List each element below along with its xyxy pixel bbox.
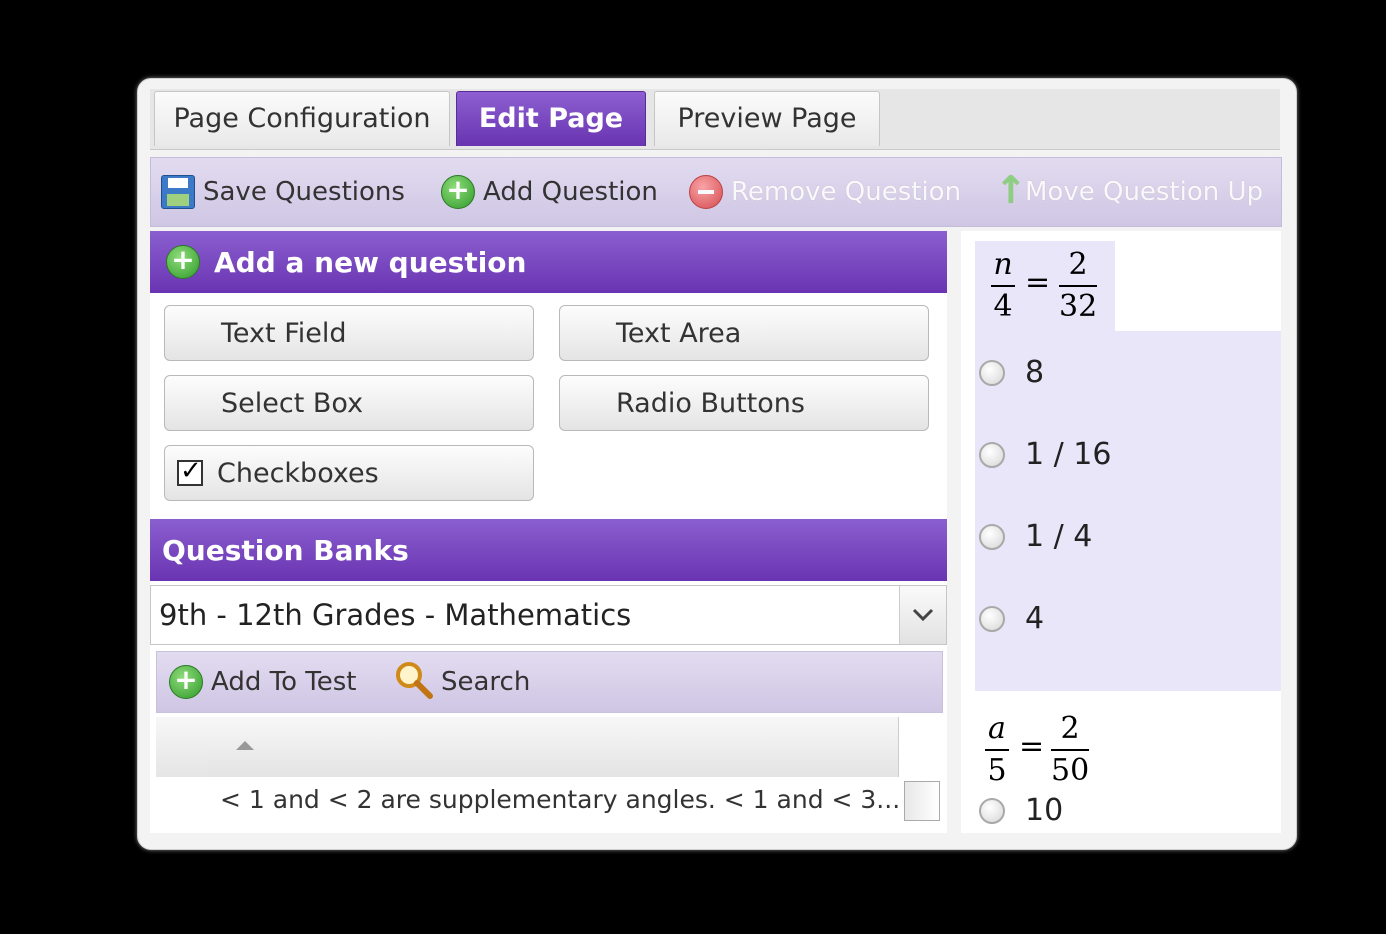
add-new-question-title: Add a new question (214, 245, 527, 279)
q1-option-1[interactable]: 8 (979, 355, 1044, 390)
remove-question-button[interactable]: Remove Question (689, 158, 961, 226)
chevron-down-icon[interactable] (899, 586, 946, 644)
q1-equals: = (1025, 265, 1051, 300)
q2-rhs-numerator: 2 (1060, 711, 1080, 746)
remove-icon (689, 175, 723, 209)
q1-lhs-denominator: 4 (993, 289, 1013, 324)
radio-button[interactable] (979, 797, 1005, 824)
radio-button[interactable] (979, 441, 1005, 468)
q2-option-1[interactable]: 10 (979, 793, 1063, 828)
q2-option-1-label: 10 (1025, 793, 1064, 828)
q1-option-4-label: 4 (1025, 601, 1045, 636)
move-question-up-label: Move Question Up (1025, 177, 1264, 207)
radio-button[interactable] (979, 605, 1005, 632)
bank-toolbar: Add To Test Search (156, 651, 943, 713)
tab-preview-page[interactable]: Preview Page (654, 91, 880, 146)
text-area-label: Text Area (616, 317, 742, 349)
select-box-button[interactable]: Select Box (164, 375, 534, 431)
text-field-button[interactable]: Text Field (164, 305, 534, 361)
save-questions-button[interactable]: Save Questions (161, 158, 405, 226)
tab-page-configuration[interactable]: Page Configuration (154, 91, 450, 146)
q2-lhs-numerator: a (988, 711, 1006, 746)
grid-scrollbar[interactable] (904, 781, 940, 821)
q1-option-2-label: 1 / 16 (1025, 437, 1112, 472)
add-to-test-label: Add To Test (211, 667, 357, 697)
radio-button[interactable] (979, 359, 1005, 386)
question-row-text: < 1 and < 2 are supplementary angles. < … (220, 785, 901, 814)
select-box-label: Select Box (221, 387, 364, 419)
checkbox-icon (177, 456, 203, 486)
q2-equals: = (1019, 729, 1045, 764)
add-icon (169, 663, 203, 699)
radio-buttons-label: Radio Buttons (616, 387, 805, 419)
left-panel: Add a new question Text Field Text Area … (150, 231, 947, 833)
question-grid-header (156, 717, 941, 777)
checkboxes-button[interactable]: Checkboxes (164, 445, 534, 501)
add-to-test-button[interactable]: Add To Test (169, 652, 356, 712)
radio-buttons-button[interactable]: Radio Buttons (559, 375, 929, 431)
preview-panel: n 4 = 2 32 8 1 / 16 1 / 4 4 a 5 = 2 50 1… (961, 231, 1281, 833)
arrow-up-icon (995, 168, 1027, 212)
tab-bar: Page Configuration Edit Page Preview Pag… (150, 89, 1280, 150)
question-bank-select[interactable]: 9th - 12th Grades - Mathematics (150, 585, 947, 645)
search-button[interactable]: Search (393, 652, 530, 712)
question1-equation: n 4 = 2 32 (975, 241, 1115, 331)
q1-rhs-denominator: 32 (1059, 289, 1098, 324)
remove-question-label: Remove Question (731, 177, 962, 207)
search-label: Search (441, 667, 531, 697)
checkboxes-label: Checkboxes (217, 457, 379, 489)
save-icon (161, 175, 195, 209)
question-toolbar: Save Questions Add Question Remove Quest… (150, 157, 1282, 227)
move-question-up-button[interactable]: Move Question Up (995, 158, 1263, 226)
q2-lhs-denominator: 5 (987, 753, 1007, 788)
question1-options: 8 1 / 16 1 / 4 4 (975, 331, 1281, 691)
q1-rhs-numerator: 2 (1068, 247, 1088, 282)
save-questions-label: Save Questions (203, 177, 405, 207)
tab-edit-page[interactable]: Edit Page (456, 91, 646, 146)
q2-rhs-denominator: 50 (1051, 753, 1090, 788)
grid-question-column-header[interactable] (208, 717, 899, 777)
test-editor-window: Page Configuration Edit Page Preview Pag… (137, 78, 1297, 850)
question-bank-row[interactable]: < 1 and < 2 are supplementary angles. < … (220, 785, 900, 814)
add-new-question-header: Add a new question (150, 231, 947, 293)
question-bank-selected: 9th - 12th Grades - Mathematics (159, 598, 632, 632)
add-question-label: Add Question (483, 177, 658, 207)
search-icon (393, 659, 433, 706)
grid-select-column (156, 717, 209, 777)
q1-option-3[interactable]: 1 / 4 (979, 519, 1092, 554)
q1-option-3-label: 1 / 4 (1025, 519, 1093, 554)
q1-lhs-numerator: n (993, 247, 1013, 282)
q1-option-4[interactable]: 4 (979, 601, 1044, 636)
question-banks-header: Question Banks (150, 519, 947, 581)
add-circle-icon (166, 243, 200, 279)
q1-option-2[interactable]: 1 / 16 (979, 437, 1111, 472)
q1-option-1-label: 8 (1025, 355, 1045, 390)
text-area-button[interactable]: Text Area (559, 305, 929, 361)
question2-equation: a 5 = 2 50 (975, 705, 1115, 795)
add-question-button[interactable]: Add Question (441, 158, 658, 226)
radio-button[interactable] (979, 523, 1005, 550)
text-field-label: Text Field (221, 317, 347, 349)
add-icon (441, 173, 475, 209)
question-banks-title: Question Banks (162, 533, 409, 567)
sort-ascending-icon (236, 741, 254, 750)
